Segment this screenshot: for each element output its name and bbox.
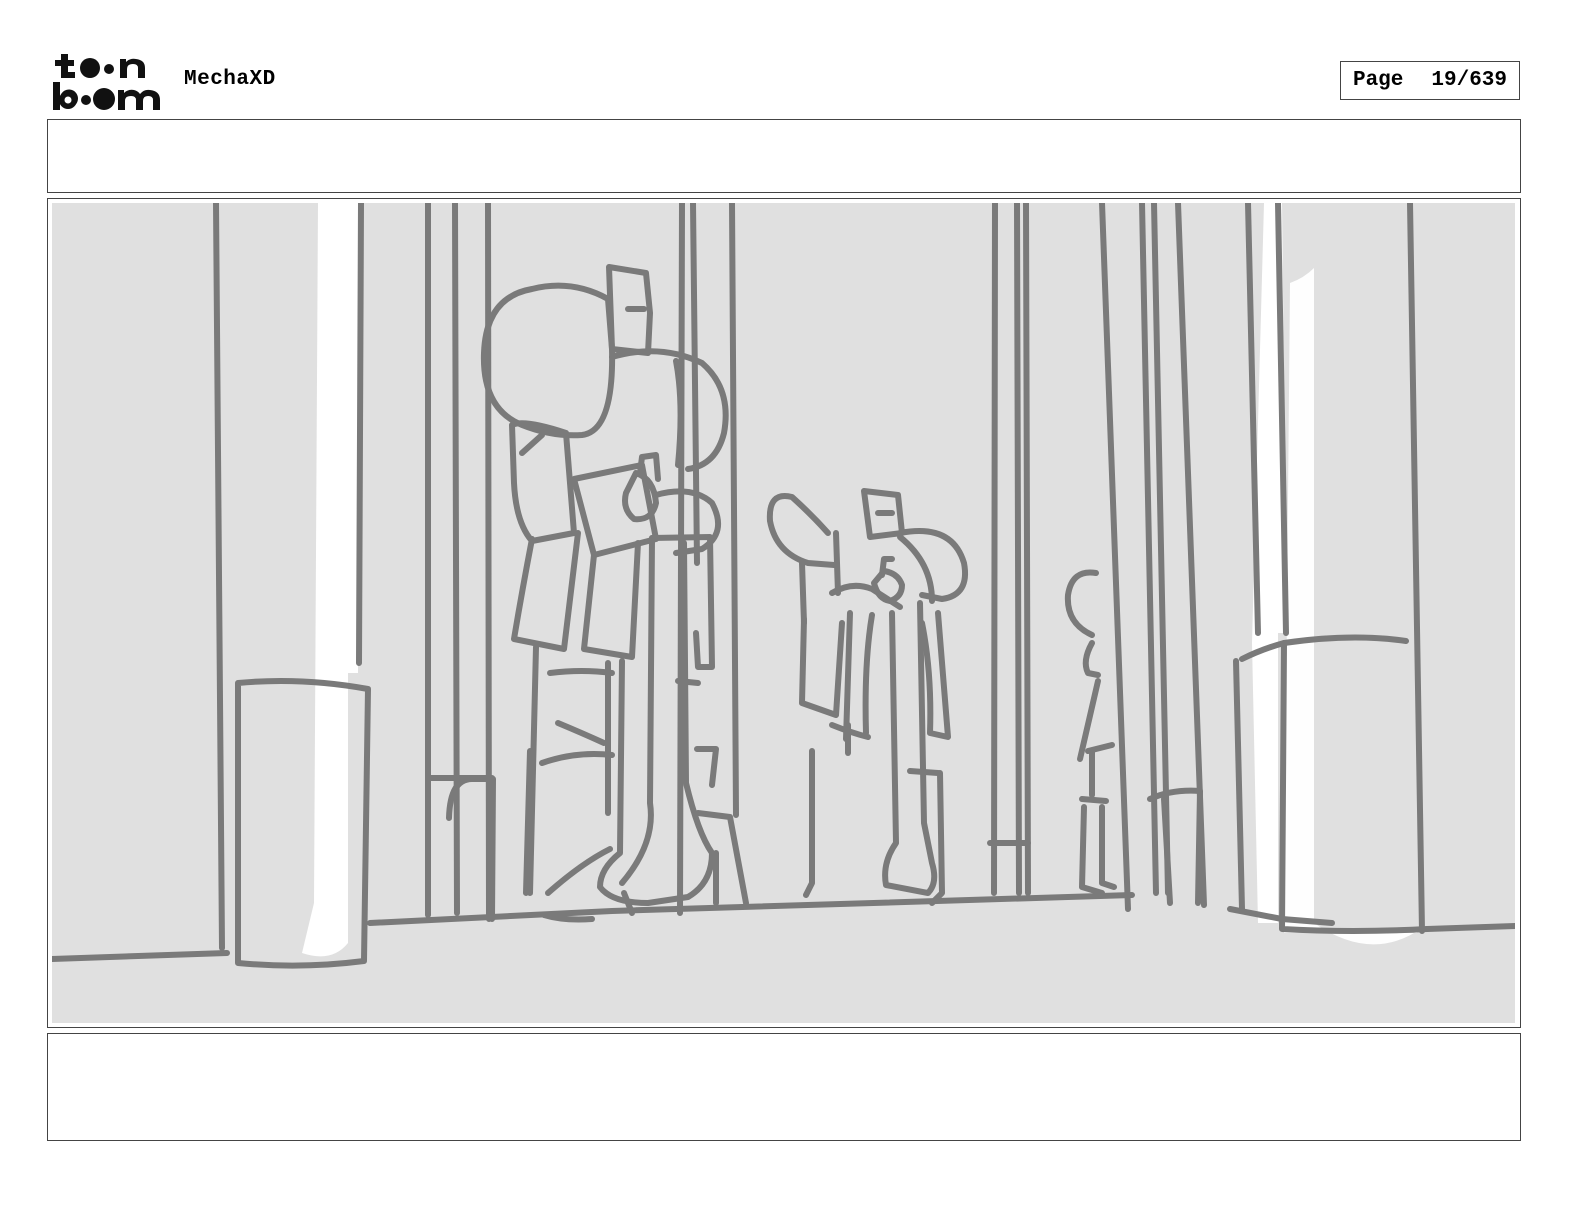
toon-boom-logo: [50, 50, 162, 112]
project-title: MechaXD: [184, 68, 276, 91]
page-label: Page: [1352, 69, 1404, 92]
action-notes-box[interactable]: [47, 119, 1521, 193]
page-indicator: Page 19/639: [1340, 61, 1520, 100]
dialogue-notes-box[interactable]: [47, 1033, 1521, 1141]
panel-drawing: [52, 203, 1515, 1023]
page-number: 19/639: [1431, 69, 1508, 92]
storyboard-panel: [47, 198, 1521, 1028]
